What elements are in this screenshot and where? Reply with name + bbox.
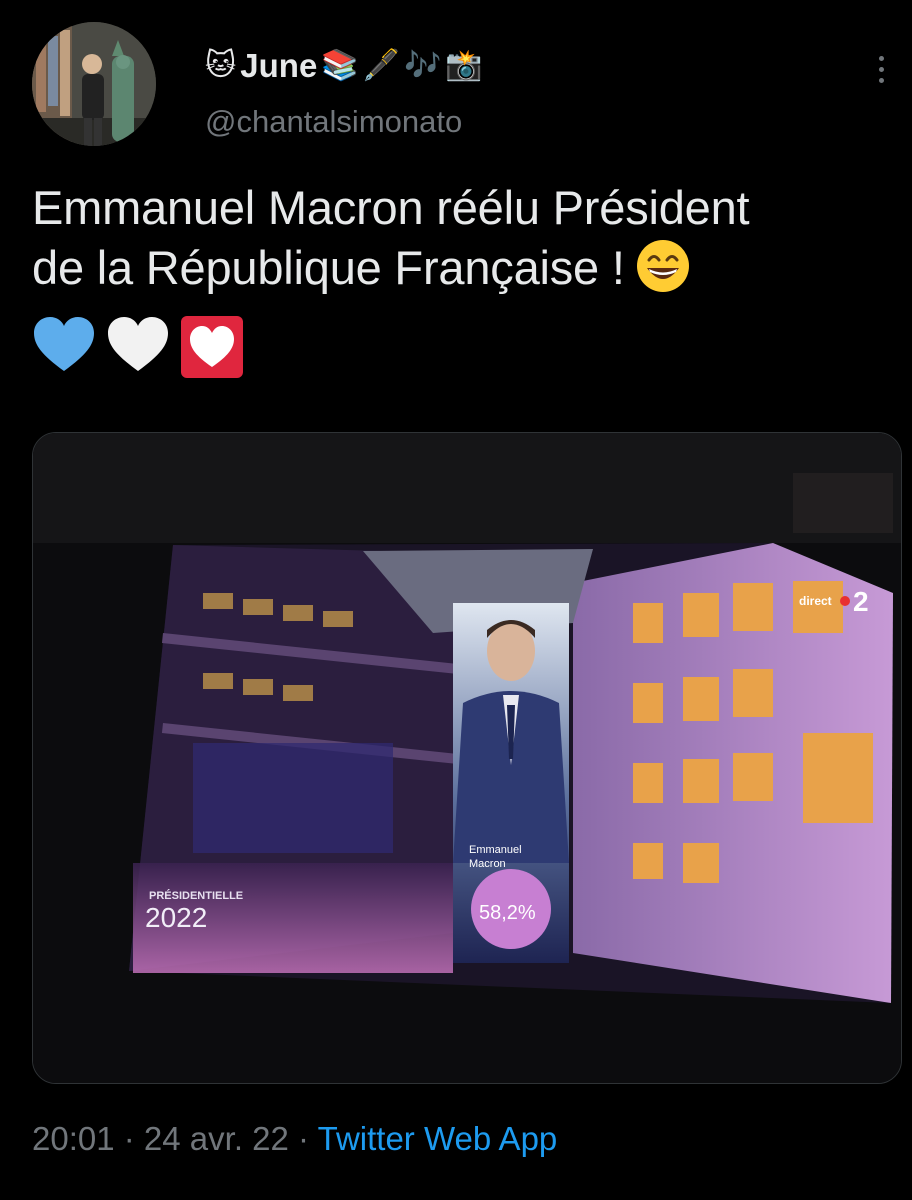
books-emoji-icon: 📚: [321, 48, 359, 83]
tweet-text-line-2: de la République Française !: [32, 238, 902, 298]
tweet-text-line-2-content: de la République Française !: [32, 241, 625, 294]
pen-emoji-icon: 🖋️: [362, 48, 401, 83]
music-notes-emoji-icon: 🎶: [404, 48, 442, 83]
event-label: PRÉSIDENTIELLE: [149, 889, 243, 902]
channel-label: direct: [799, 594, 832, 608]
heart-decoration-icon: [181, 316, 243, 378]
avatar[interactable]: [32, 22, 156, 146]
channel-number: 2: [853, 586, 869, 617]
meta-separator: ·: [288, 1120, 318, 1157]
tweet-date[interactable]: 24 avr. 22: [144, 1120, 289, 1157]
more-dot: [878, 55, 884, 61]
tweet-text: Emmanuel Macron réélu Président de la Ré…: [32, 178, 902, 298]
camera-flash-emoji-icon: 📸: [445, 48, 483, 83]
event-year: 2022: [145, 902, 207, 933]
user-name-row[interactable]: 🐱 June 📚 🖋️ 🎶 📸: [205, 44, 483, 88]
user-handle[interactable]: @chantalsimonato: [205, 104, 462, 140]
tweet-time[interactable]: 20:01: [32, 1120, 115, 1157]
tweet-media-photo[interactable]: direct 2 PRÉSIDENTIELLE 2022 Emmanuel Ma…: [32, 432, 902, 1084]
tweet-source-link[interactable]: Twitter Web App: [318, 1120, 558, 1157]
result-percent: 58,2%: [479, 902, 536, 924]
more-dot: [878, 66, 884, 72]
tweet-text-line-1: Emmanuel Macron réélu Président: [32, 181, 750, 234]
tweet-meta: 20:01 · 24 avr. 22 · Twitter Web App: [32, 1120, 557, 1158]
meta-separator: ·: [114, 1120, 144, 1157]
more-options-icon[interactable]: [862, 48, 900, 90]
cat-emoji-icon: 🐱: [205, 48, 237, 83]
more-dot: [878, 77, 884, 83]
display-name[interactable]: June: [240, 47, 317, 85]
candidate-last-name: Macron: [469, 858, 506, 870]
grinning-face-emoji-icon: [636, 240, 689, 292]
blue-heart-icon: [34, 317, 94, 371]
candidate-first-name: Emmanuel: [469, 844, 522, 856]
heart-emojis: [32, 315, 244, 379]
white-heart-icon: [108, 317, 168, 371]
